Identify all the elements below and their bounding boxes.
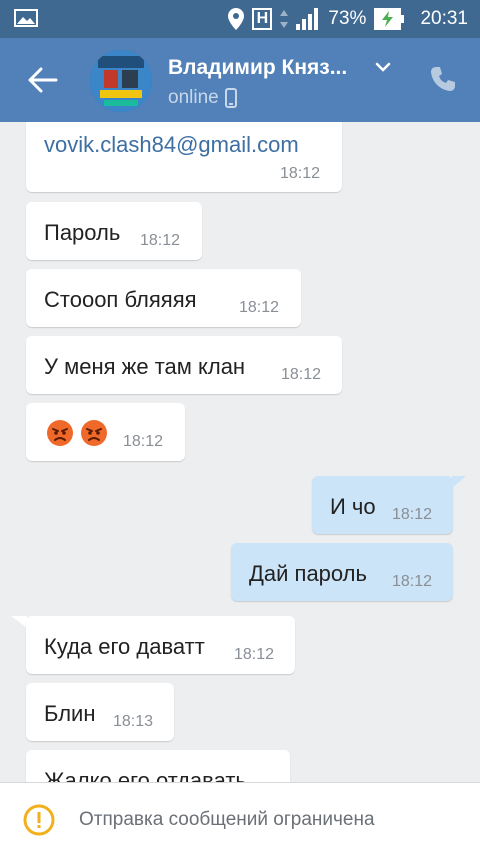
contact-status: online [168,87,237,109]
status-bar: H 73% 20:31 [0,0,480,38]
message-text: Дай пароль [249,561,367,586]
status-text: online [168,87,219,108]
bubble-tail [452,476,466,488]
restriction-notice: Отправка сообщений ограничена [79,809,375,830]
contact-name[interactable]: Владимир Княз... [168,56,347,80]
message-text: Блин [44,701,96,726]
message-bubble-incoming[interactable]: Пароль 18:12 [26,202,202,260]
message-bubble-incoming[interactable]: Жалко его отдавать [26,750,290,782]
battery-percent: 73% [328,8,367,29]
message-text[interactable]: vovik.clash84@gmail.com [44,132,299,158]
message-time: 18:13 [113,713,154,730]
message-time: 18:12 [392,573,433,590]
message-bubble-outgoing[interactable]: И чо 18:12 [312,476,453,534]
message-bubble-incoming[interactable]: У меня же там клан 18:12 [26,336,342,394]
message-bubble-incoming[interactable]: Стоооп бляяяя 18:12 [26,269,301,327]
message-text: Жалко его отдавать [44,768,247,782]
chat-header: Владимир Княз... online [0,38,480,122]
message-list[interactable]: vovik.clash84@gmail.com 18:12 Пароль 18:… [0,122,480,782]
message-bubble-incoming[interactable]: 😡😡 18:12 [26,403,185,461]
message-time: 18:12 [239,299,280,316]
angry-emoji-icon [47,420,73,446]
messaging-restricted-bar: Отправка сообщений ограничена [0,782,480,855]
mobile-icon [224,88,237,108]
message-bubble-outgoing[interactable]: Дай пароль 18:12 [231,543,453,601]
message-time: 18:12 [392,506,433,523]
message-bubble-incoming[interactable]: Куда его даватт 18:12 [26,616,295,674]
h-network-icon: H [252,8,273,30]
message-text: Пароль [44,220,121,245]
message-text: У меня же там клан [44,354,246,379]
clock: 20:31 [420,8,468,29]
signal-icon [296,8,319,30]
message-text: Куда его даватт [44,634,205,659]
image-icon [14,9,38,27]
location-icon [228,8,245,30]
message-text: И чо [330,494,376,519]
message-time: 18:12 [281,366,322,383]
angry-emoji-icon [81,420,107,446]
message-time: 18:12 [140,232,181,249]
message-time: 18:12 [234,646,275,663]
chevron-down-icon[interactable] [374,60,392,74]
back-arrow-icon[interactable] [26,66,58,94]
warning-icon [23,804,55,836]
message-bubble-incoming[interactable]: Блин 18:13 [26,683,174,741]
bubble-tail [11,616,27,628]
avatar[interactable] [90,50,152,112]
phone-icon[interactable] [428,64,458,94]
battery-charging-icon [374,8,405,30]
message-time: 18:12 [280,165,321,182]
message-time: 18:12 [123,433,164,450]
message-bubble-incoming[interactable]: vovik.clash84@gmail.com 18:12 [26,122,342,192]
message-text: Стоооп бляяяя [44,287,197,312]
network-arrows-icon [280,10,289,28]
